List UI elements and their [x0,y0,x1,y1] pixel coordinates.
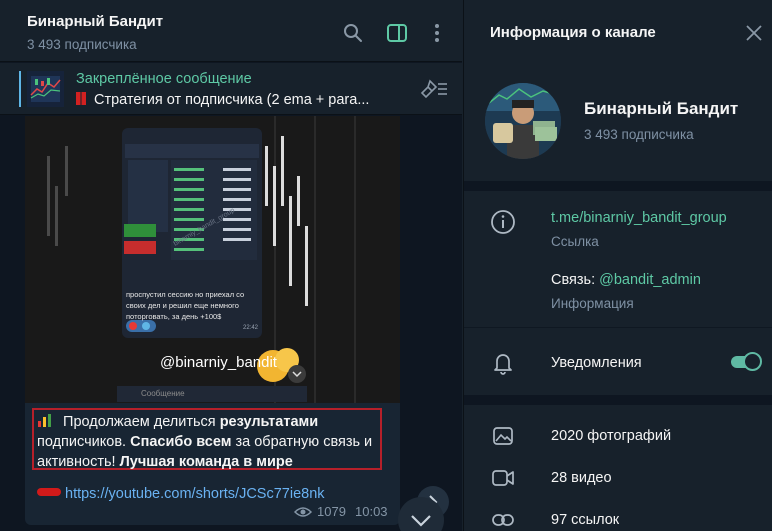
link-icon [490,507,516,531]
photo-icon [490,423,516,449]
bar-chart-emoji-icon [38,414,51,427]
notifications-toggle[interactable] [729,352,762,372]
pinned-indicator [19,71,21,107]
toggle-knob [743,352,762,371]
divider [464,395,772,405]
post-text-bold1: результатами [219,414,319,430]
youtube-link-row: https://youtube.com/shorts/JCSc77ie8nk [37,486,325,502]
contact-handle-link[interactable]: @bandit_admin [599,272,701,288]
bell-icon [490,350,516,376]
links-count[interactable]: 97 ссылок [551,512,619,528]
post-text: Продолжаем делиться результатами подписч… [37,412,385,472]
channel-info-pane: Информация о канале Бинарный Бандит 3 49… [463,0,772,531]
post-text-part1: Продолжаем делиться [59,414,220,430]
photo-input-field: Сообщение [117,386,307,402]
photos-count[interactable]: 2020 фотографий [551,428,671,444]
video-icon [490,465,516,491]
post-time: 10:03 [355,504,388,519]
red-pill-icon [37,488,61,496]
info-title: Информация о канале [490,24,656,41]
notifications-label: Уведомления [551,355,642,371]
info-icon [490,209,516,235]
channel-avatar[interactable] [485,83,561,159]
photo-caption: проспустил сессию но приехал со своих де… [126,290,245,321]
pinned-thumbnail [27,71,64,107]
photo-input-placeholder: Сообщение [141,389,185,398]
channel-link-label: Ссылка [551,234,599,249]
pinned-label: Закреплённое сообщение [76,71,252,87]
photo-time: 22:42 [243,325,259,331]
eye-icon [294,506,312,517]
channel-name: Бинарный Бандит [584,99,739,118]
view-count-value: 1079 [317,504,346,519]
pinned-text: Стратегия от подписчика (2 ema + para... [76,92,416,108]
contact-prefix: Связь: [551,272,600,288]
channel-post: binarniy_bandit_group проспустил сессию … [25,116,400,525]
search-icon[interactable] [342,22,364,44]
post-text-bold2: Спасибо всем [130,434,232,450]
pinned-message-bar[interactable]: Закреплённое сообщение Стратегия от подп… [0,63,462,115]
divider [464,181,772,191]
pinned-list-icon[interactable] [418,79,448,104]
channel-subscriber-count: 3 493 подписчика [584,127,694,142]
chat-pane: Бинарный Бандит 3 493 подписчика Закрепл… [0,0,462,531]
channel-link[interactable]: t.me/binarniy_bandit_group [551,210,727,226]
view-count: 1079 [294,504,346,519]
chat-subscriber-count: 3 493 подписчика [27,37,137,52]
videos-count[interactable]: 28 видео [551,470,612,486]
post-text-part2: подписчиков. [37,434,131,450]
contact-label: Информация [551,296,634,311]
scroll-down-button[interactable] [398,497,444,531]
telegram-window: Бинарный Бандит 3 493 подписчика Закрепл… [0,0,772,531]
post-photo[interactable]: binarniy_bandit_group проспустил сессию … [25,116,400,403]
contact-line: Связь: @bandit_admin [551,272,701,288]
chat-header[interactable]: Бинарный Бандит 3 493 подписчика [0,0,462,62]
sidebar-toggle-icon[interactable] [386,22,408,44]
close-icon[interactable] [745,24,763,42]
youtube-link[interactable]: https://youtube.com/shorts/JCSc77ie8nk [65,486,325,502]
pinned-text-value: Стратегия от подписчика (2 ema + para... [94,92,370,108]
more-options-icon[interactable] [426,22,448,44]
photo-watermark: @binarniy_bandit [160,354,277,371]
chat-title: Бинарный Бандит [27,13,164,30]
divider [464,327,772,328]
red-exclamation-icon [76,92,86,105]
post-text-bold3: Лучшая команда в мире [119,454,293,470]
